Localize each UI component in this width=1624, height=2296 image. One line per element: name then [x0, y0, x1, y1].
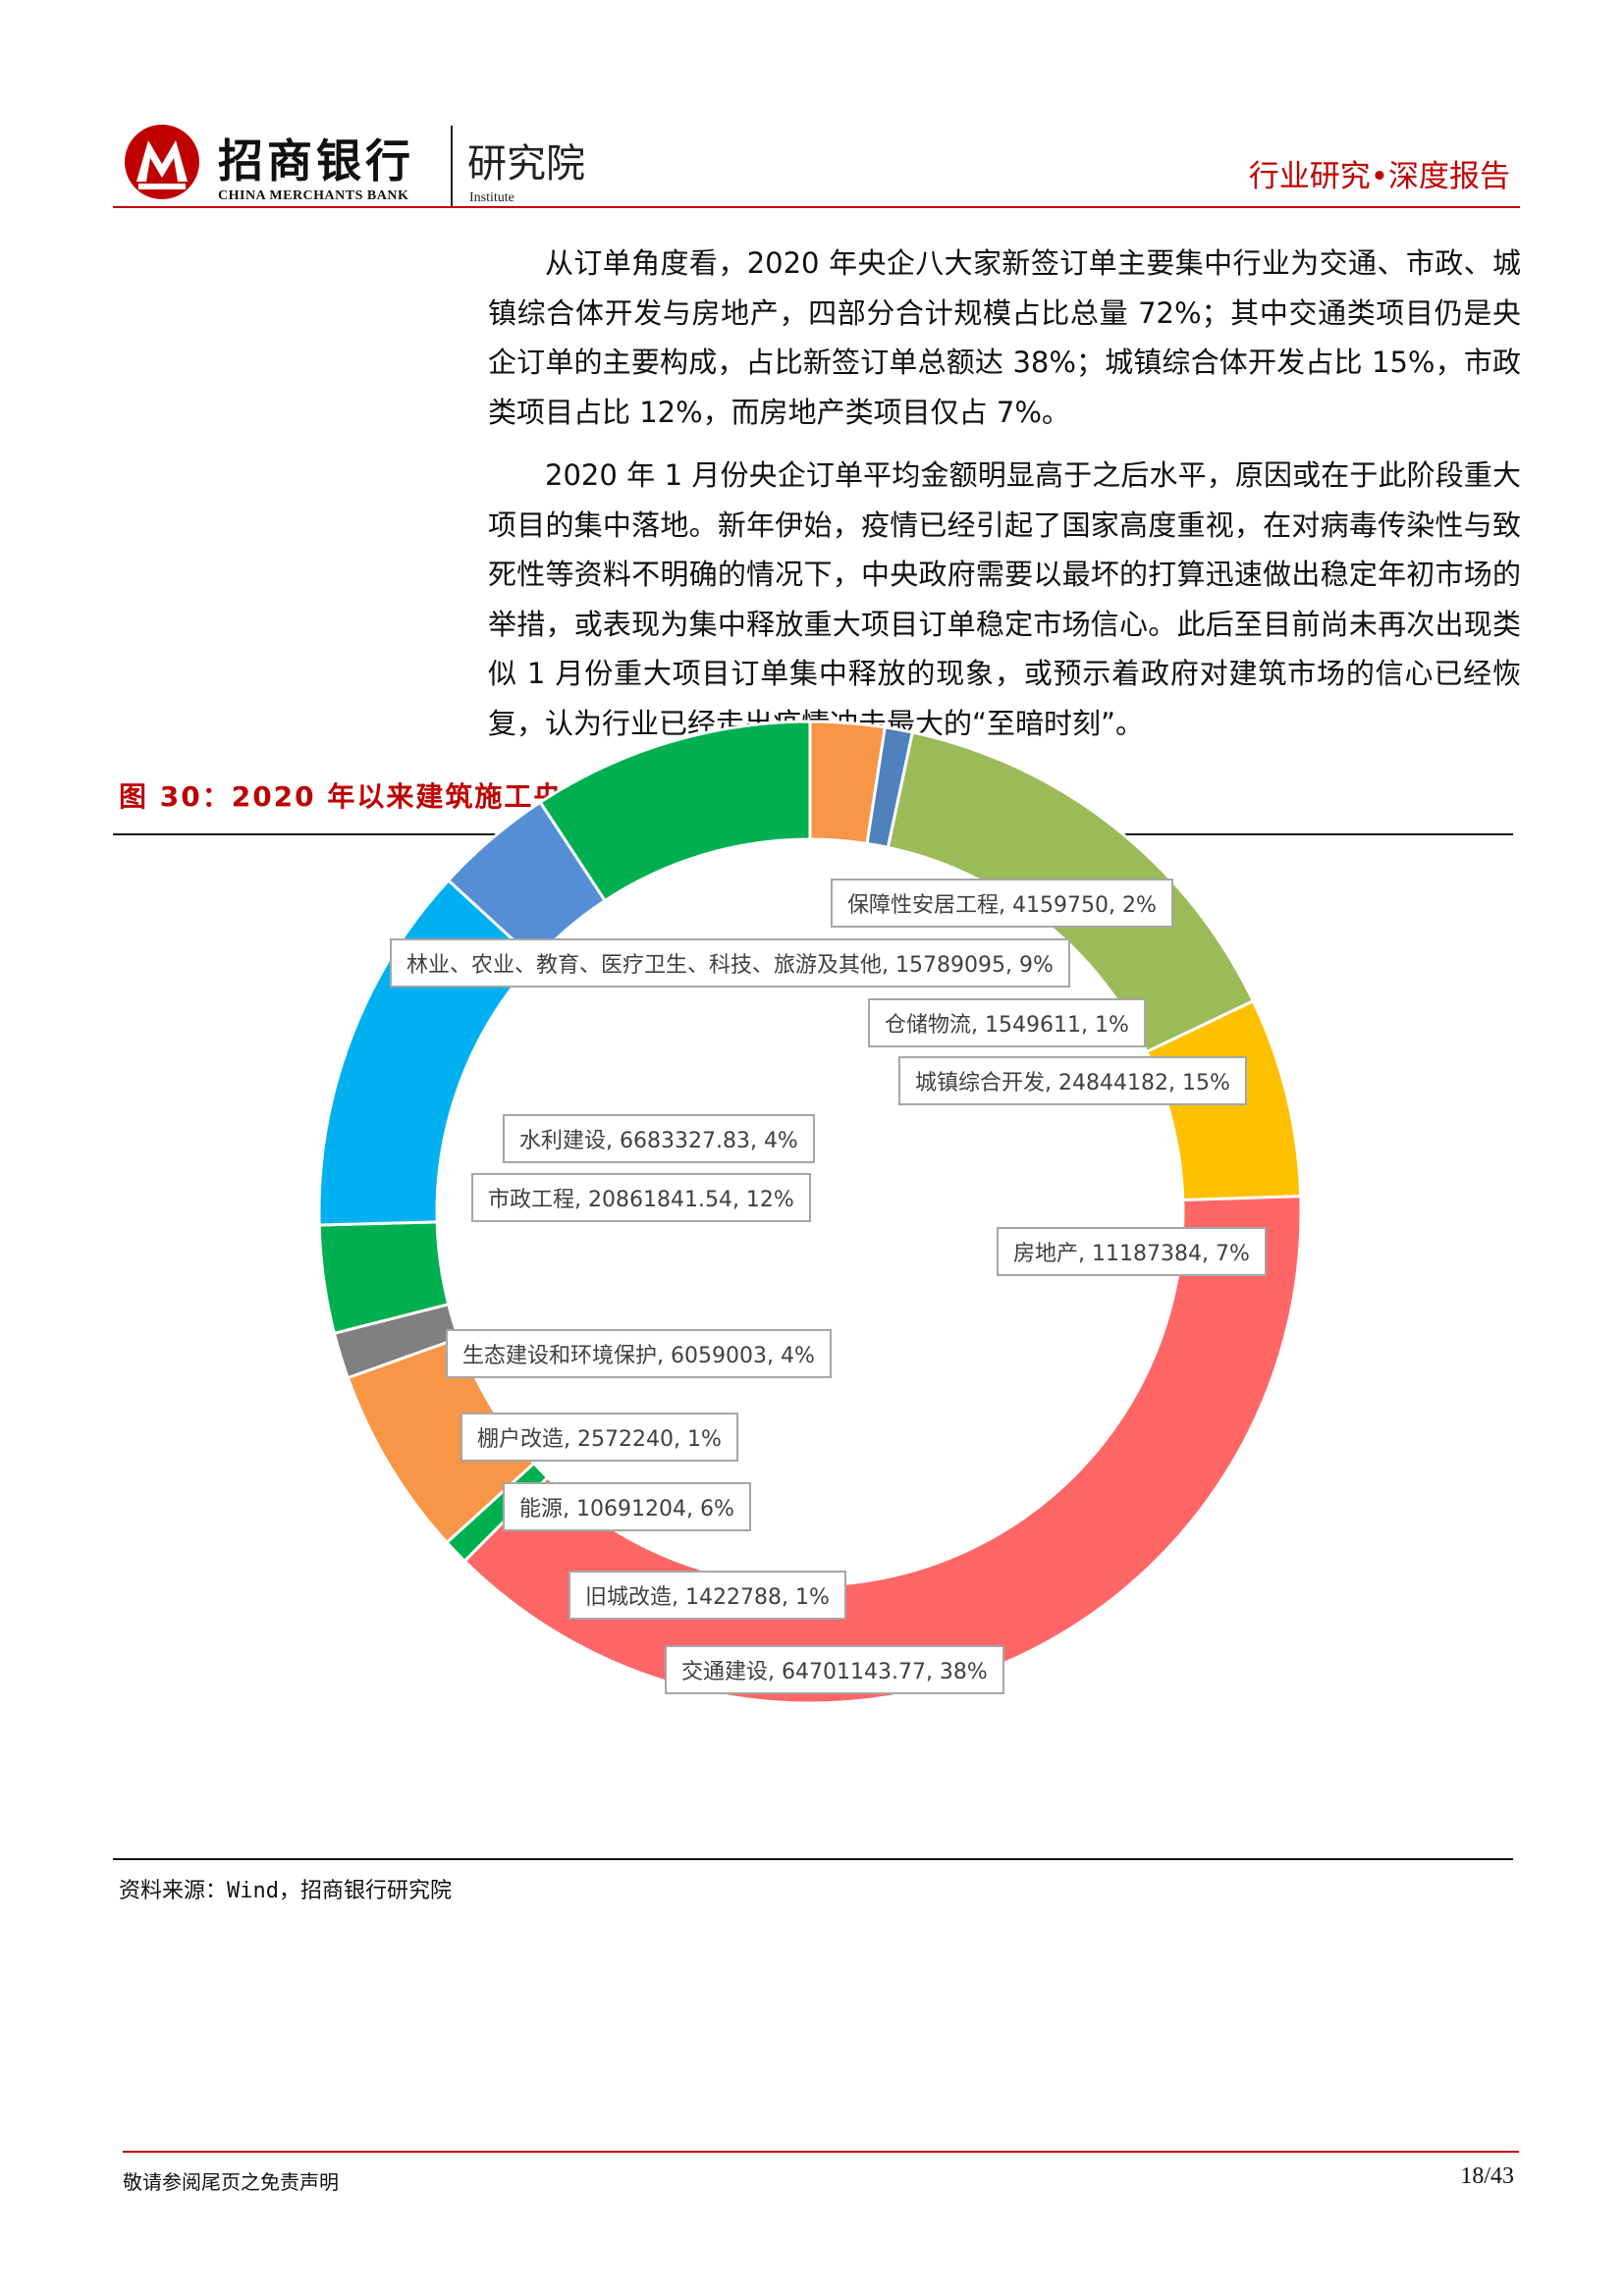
data-label-10: 市政工程, 20861841.54, 12% [471, 1173, 811, 1222]
figure-source: 资料来源：Wind，招商银行研究院 [119, 1879, 452, 1903]
data-label-text: 房地产, 11187384, 7% [1013, 1242, 1250, 1266]
data-label-text: 棚户改造, 2572240, 1% [477, 1427, 722, 1452]
data-label-text: 能源, 10691204, 6% [519, 1497, 734, 1522]
disclaimer-note: 敬请参阅尾页之免责声明 [123, 2170, 339, 2194]
figure-bottom-rule [113, 1858, 1513, 1860]
data-label-9: 生态建设和环境保护, 6059003, 4% [446, 1329, 832, 1378]
data-label-7: 能源, 10691204, 6% [503, 1482, 751, 1531]
data-label-text: 保障性安居工程, 4159750, 2% [847, 893, 1157, 918]
data-label-6: 旧城改造, 1422788, 1% [568, 1571, 846, 1620]
data-label-text: 旧城改造, 1422788, 1% [585, 1585, 830, 1610]
data-label-4: 房地产, 11187384, 7% [997, 1227, 1267, 1276]
data-label-text: 城镇综合开发, 24844182, 15% [915, 1071, 1230, 1095]
footer-divider [123, 2151, 1519, 2153]
data-label-text: 市政工程, 20861841.54, 12% [488, 1188, 794, 1212]
data-label-1: 保障性安居工程, 4159750, 2% [831, 879, 1173, 928]
doughnut-chart: 保障性安居工程, 4159750, 2% 仓储物流, 1549611, 1% 城镇综… [317, 720, 1303, 1705]
data-label-text: 水利建设, 6683327.83, 4% [519, 1129, 798, 1153]
data-label-12: 林业、农业、教育、医疗卫生、科技、旅游及其他, 15789095, 9% [390, 938, 1070, 988]
data-label-text: 林业、农业、教育、医疗卫生、科技、旅游及其他, 15789095, 9% [406, 953, 1054, 978]
data-label-text: 生态建设和环境保护, 6059003, 4% [462, 1344, 815, 1368]
data-label-5: 交通建设, 64701143.77, 38% [665, 1645, 1004, 1694]
data-label-text: 仓储物流, 1549611, 1% [885, 1013, 1129, 1038]
data-label-3: 城镇综合开发, 24844182, 15% [898, 1056, 1247, 1105]
data-label-text: 交通建设, 64701143.77, 38% [681, 1660, 988, 1684]
page-number: 18/43 [1460, 2163, 1514, 2189]
data-label-11: 水利建设, 6683327.83, 4% [503, 1114, 815, 1163]
data-label-8: 棚户改造, 2572240, 1% [460, 1413, 738, 1462]
data-label-2: 仓储物流, 1549611, 1% [868, 998, 1146, 1047]
